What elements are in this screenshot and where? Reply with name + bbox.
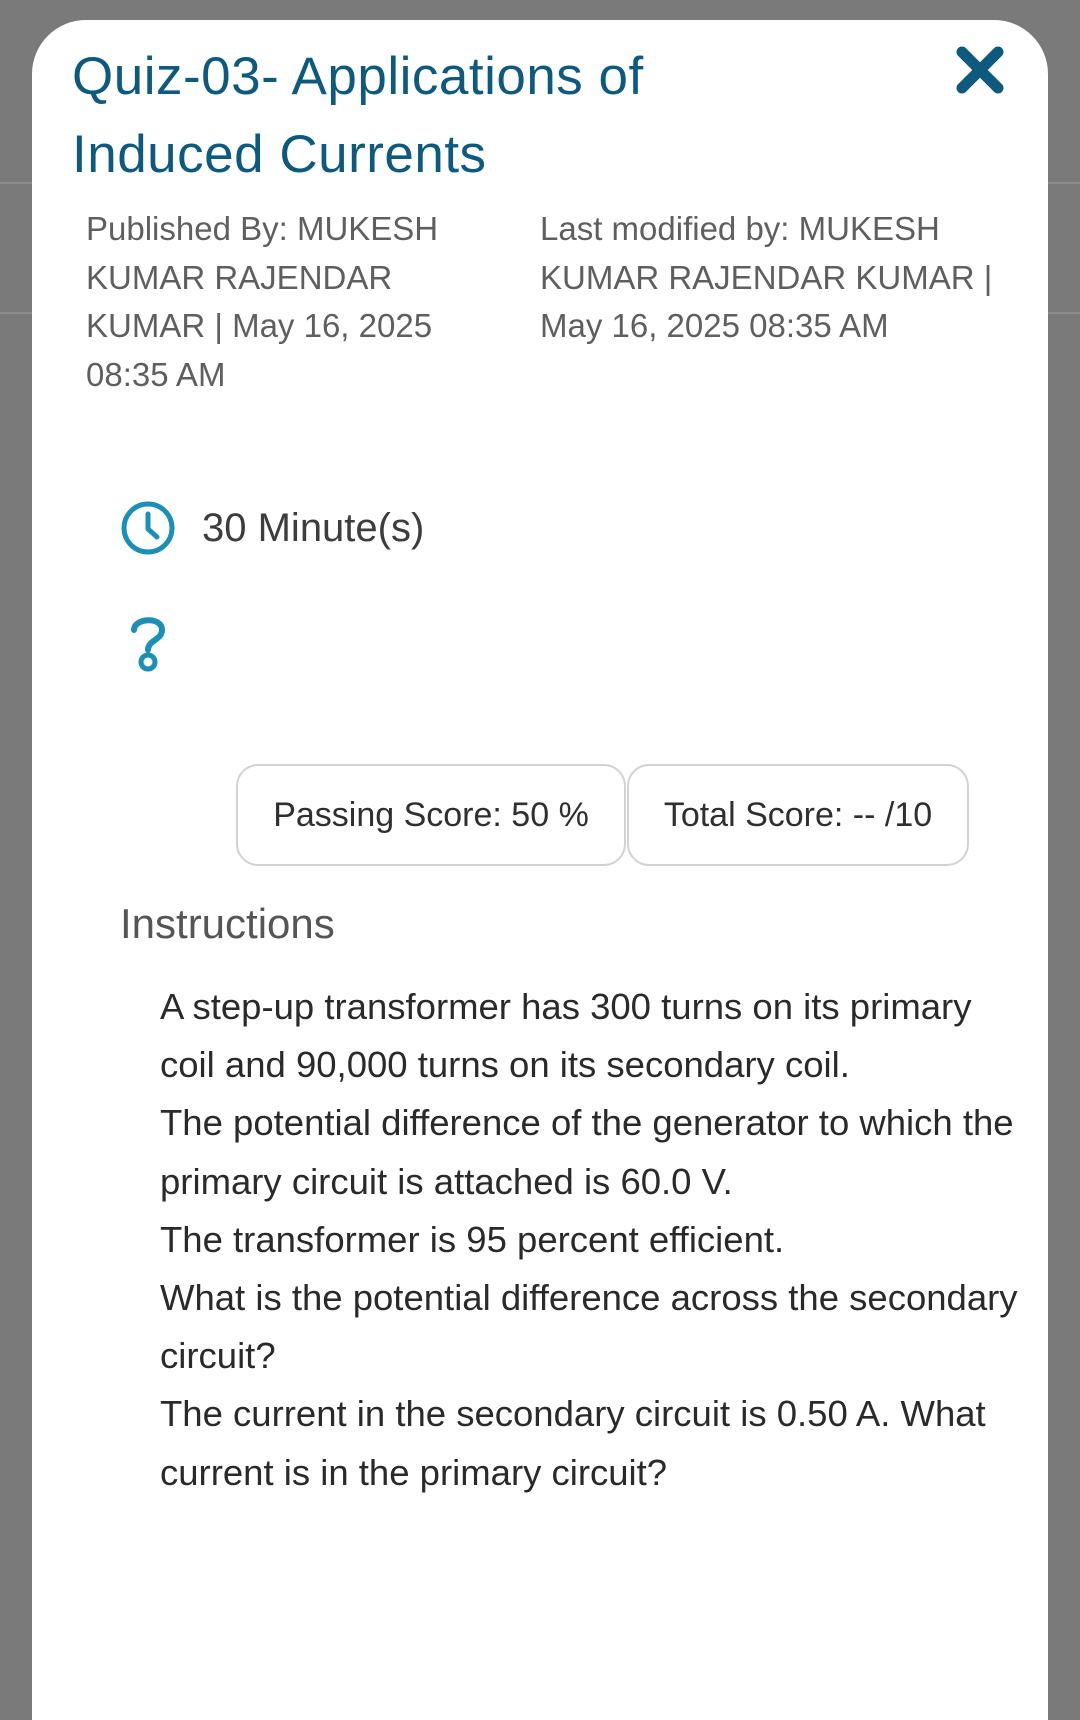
published-by: Published By: MUKESH KUMAR RAJENDAR KUMA…	[86, 210, 439, 393]
instructions-text: A step-up transformer has 300 turns on i…	[160, 978, 1020, 1502]
instruction-line: The potential difference of the generato…	[160, 1102, 1014, 1202]
last-modified-by: Last modified by: MUKESH KUMAR RAJENDAR …	[540, 210, 993, 344]
instruction-line: A step-up transformer has 300 turns on i…	[160, 986, 972, 1086]
quiz-duration: 30 Minute(s)	[202, 505, 425, 550]
instructions-heading: Instructions	[120, 900, 335, 947]
close-icon	[956, 46, 1004, 94]
duration-row: 30 Minute(s)	[120, 500, 424, 556]
total-score-badge: Total Score: -- /10	[627, 764, 969, 866]
passing-score-badge: Passing Score: 50 %	[236, 764, 626, 866]
quiz-modal: Quiz-03- Applications of Induced Current…	[32, 20, 1048, 1720]
quiz-title: Quiz-03- Applications of Induced Current…	[72, 47, 644, 184]
instruction-line: What is the potential difference across …	[160, 1277, 1018, 1377]
instruction-line: The transformer is 95 percent efficient.	[160, 1218, 785, 1260]
instruction-line: The current in the secondary circuit is …	[160, 1393, 986, 1493]
clock-icon	[121, 501, 175, 555]
close-button[interactable]	[952, 42, 1008, 98]
question-icon	[131, 617, 166, 672]
